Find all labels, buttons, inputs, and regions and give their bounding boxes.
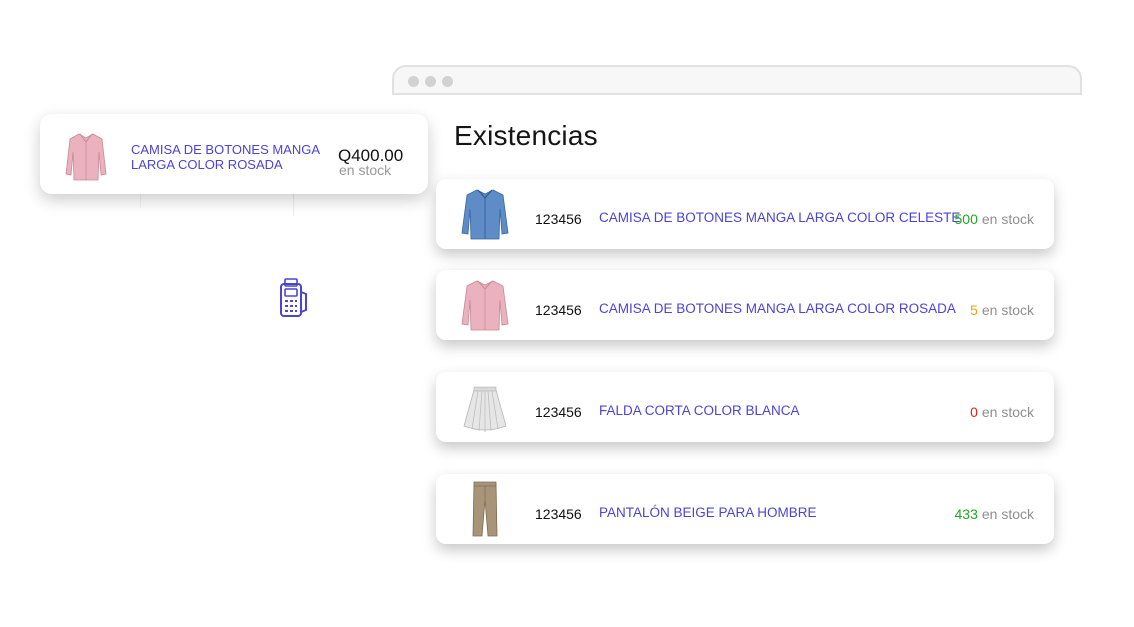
stock-label: en stock: [981, 302, 1034, 318]
pink-shirt-image: [461, 280, 509, 331]
inventory-row[interactable]: 123456 PANTALÓN BEIGE PARA HOMBRE 433 en …: [436, 474, 1054, 544]
connector-line: [293, 194, 294, 216]
inventory-row[interactable]: 123456 CAMISA DE BOTONES MANGA LARGA COL…: [436, 270, 1054, 340]
stock-indicator: 0 en stock: [970, 404, 1034, 420]
pos-product-card[interactable]: CAMISA DE BOTONES MANGA LARGA COLOR ROSA…: [40, 114, 428, 194]
product-code: 123456: [535, 404, 582, 420]
white-skirt-image: [463, 386, 507, 432]
stock-quantity: 0: [970, 404, 978, 420]
pos-stock-label: en stock: [339, 162, 392, 178]
payment-terminal-icon: [280, 278, 307, 317]
product-name[interactable]: PANTALÓN BEIGE PARA HOMBRE: [599, 505, 817, 520]
stock-indicator: 5 en stock: [970, 302, 1034, 318]
stock-quantity: 500: [954, 211, 978, 227]
product-name[interactable]: FALDA CORTA COLOR BLANCA: [599, 403, 800, 418]
inventory-row[interactable]: 123456 CAMISA DE BOTONES MANGA LARGA COL…: [436, 179, 1054, 249]
product-name[interactable]: CAMISA DE BOTONES MANGA LARGA COLOR CELE…: [599, 210, 960, 225]
pink-shirt-image: [65, 133, 107, 181]
product-code: 123456: [535, 302, 582, 318]
window-dot-icon: [425, 76, 436, 87]
pos-product-name: CAMISA DE BOTONES MANGA LARGA COLOR ROSA…: [131, 142, 320, 172]
beige-pants-image: [472, 481, 498, 537]
blue-shirt-image: [461, 189, 509, 240]
window-dot-icon: [408, 76, 419, 87]
page-title: Existencias: [454, 120, 598, 151]
stock-label: en stock: [981, 404, 1034, 420]
product-code: 123456: [535, 506, 582, 522]
stock-label: en stock: [981, 506, 1034, 522]
connector-line: [140, 194, 141, 208]
stock-quantity: 433: [954, 506, 978, 522]
stock-indicator: 433 en stock: [955, 506, 1035, 522]
stock-indicator: 500 en stock: [955, 211, 1035, 227]
product-code: 123456: [535, 211, 582, 227]
product-name[interactable]: CAMISA DE BOTONES MANGA LARGA COLOR ROSA…: [599, 301, 956, 316]
stock-quantity: 5: [970, 302, 978, 318]
inventory-row[interactable]: 123456 FALDA CORTA COLOR BLANCA 0 en stoc…: [436, 372, 1054, 442]
window-dot-icon: [442, 76, 453, 87]
stock-label: en stock: [981, 211, 1034, 227]
browser-window-frame: [392, 65, 1082, 95]
